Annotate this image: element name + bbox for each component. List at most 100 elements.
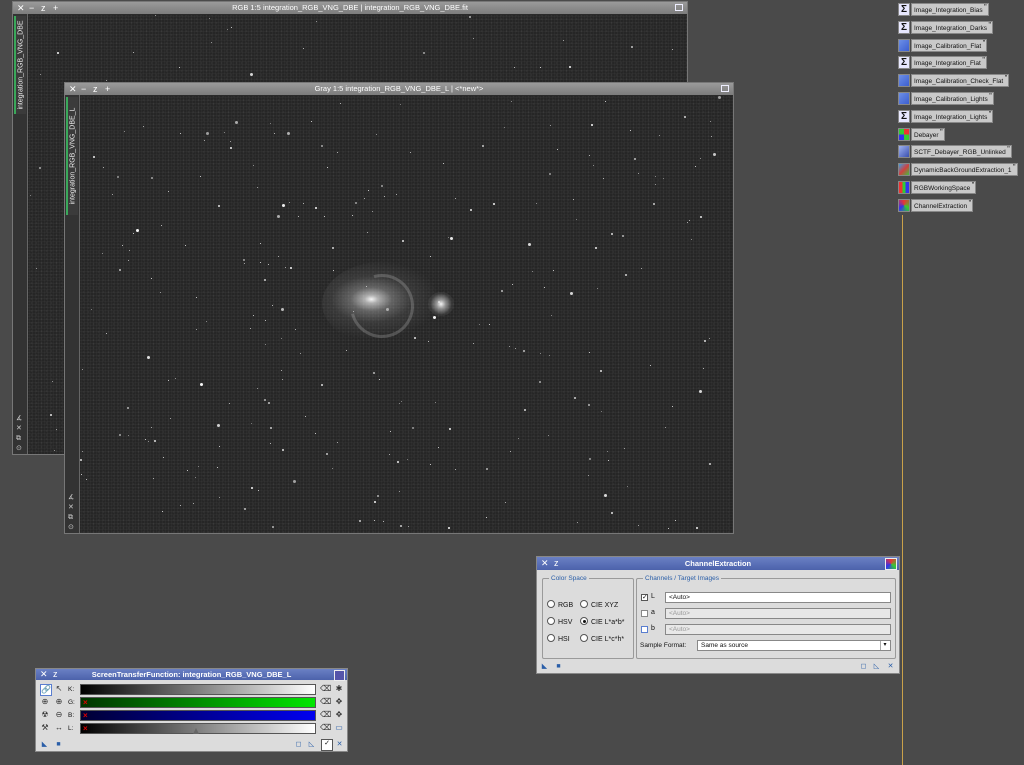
checkbox-channel-l[interactable]: ✓ bbox=[641, 594, 648, 601]
sigma-icon[interactable]: Σ bbox=[898, 109, 910, 123]
browse-docs-icon[interactable]: ◻ bbox=[860, 663, 867, 670]
radio-rgb[interactable]: RGB bbox=[547, 600, 573, 609]
close-icon[interactable]: ✕ bbox=[69, 83, 77, 95]
process-icon-label[interactable]: Image_Calibration_Check_Flat " bbox=[911, 74, 1010, 88]
dialog-titlebar[interactable]: ✕ ᴢ ChannelExtraction bbox=[537, 557, 899, 570]
edit-mode-icon[interactable]: ↖ bbox=[54, 684, 64, 694]
reset-icon[interactable]: ✕ bbox=[336, 741, 343, 748]
tab-image-view[interactable]: integration_RGB_VNG_DBE bbox=[14, 16, 26, 114]
process-icon-label[interactable]: Image_Integration_Lights " bbox=[911, 109, 994, 123]
link-icon[interactable]: ✕ bbox=[16, 424, 22, 434]
clone-icon[interactable]: ⧉ bbox=[16, 434, 22, 444]
image-window-rgb-titlebar[interactable]: ✕ − ᴢ + RGB 1:5 integration_RGB_VNG_DBE … bbox=[13, 2, 687, 14]
zoom-out-icon[interactable]: ⊖ bbox=[54, 710, 64, 720]
channel-l-target-input[interactable]: <Auto> bbox=[665, 592, 891, 603]
gear-icon[interactable]: ✱ bbox=[334, 684, 344, 694]
dialog-titlebar[interactable]: ✕ ᴢ ScreenTransferFunction: integration_… bbox=[36, 669, 347, 681]
reset-channel-icon[interactable]: ⌫ bbox=[320, 697, 331, 707]
maximize-icon[interactable] bbox=[675, 4, 683, 11]
process-icon-label[interactable]: Image_Integration_Flat " bbox=[911, 56, 987, 70]
minimize-icon[interactable]: − bbox=[29, 2, 34, 14]
channel-b-target-input[interactable]: <Auto> bbox=[665, 624, 891, 635]
clone-icon[interactable]: ⧉ bbox=[68, 513, 74, 523]
reset-channel-icon[interactable]: ⌫ bbox=[320, 723, 331, 733]
settings-icon[interactable]: ⊙ bbox=[68, 523, 74, 533]
monitor-icon[interactable]: ▭ bbox=[334, 723, 344, 733]
track-view-icon[interactable]: ◺ bbox=[308, 741, 315, 748]
process-icon-label[interactable]: Image_Calibration_Lights " bbox=[911, 92, 994, 105]
calibration-icon[interactable] bbox=[898, 74, 910, 88]
image-window-gray[interactable]: ✕ − ᴢ + Gray 1:5 integration_RGB_VNG_DBE… bbox=[64, 82, 734, 534]
add-icon[interactable]: + bbox=[105, 83, 110, 95]
checkbox-channel-a[interactable] bbox=[641, 610, 648, 617]
sigma-icon[interactable]: Σ bbox=[898, 3, 910, 16]
process-icon-label[interactable]: Image_Integration_Darks " bbox=[911, 20, 993, 34]
radio-hsv[interactable]: HSV bbox=[547, 617, 572, 626]
stf-icon[interactable] bbox=[898, 145, 910, 159]
sigma-icon[interactable]: Σ bbox=[898, 56, 910, 70]
shade-icon[interactable]: ᴢ bbox=[53, 669, 58, 680]
image-window-gray-titlebar[interactable]: ✕ − ᴢ + Gray 1:5 integration_RGB_VNG_DBE… bbox=[65, 83, 733, 95]
tab-image-view[interactable]: integration_RGB_VNG_DBE_L bbox=[66, 97, 78, 215]
stf-dialog[interactable]: ✕ ᴢ ScreenTransferFunction: integration_… bbox=[35, 668, 348, 752]
stf-slider-b[interactable]: × bbox=[80, 710, 316, 721]
new-instance-icon[interactable]: ◣ bbox=[41, 741, 48, 748]
sample-format-select[interactable]: Same as source ▾ bbox=[697, 640, 891, 651]
process-icon-label[interactable]: Debayer " bbox=[911, 127, 945, 141]
debayer-icon[interactable] bbox=[898, 127, 910, 141]
process-icon-label[interactable]: SCTF_Debayer_RGB_Unlinked " bbox=[911, 145, 1012, 159]
channel-extraction-dialog[interactable]: ✕ ᴢ ChannelExtraction Color Space RGB CI… bbox=[536, 556, 900, 674]
reset-icon[interactable]: ✕ bbox=[887, 663, 894, 670]
process-icon-label[interactable]: DynamicBackGroundExtraction_1 " bbox=[911, 163, 1018, 177]
link-icon[interactable]: ✕ bbox=[68, 503, 74, 513]
check-icon[interactable]: ✓ bbox=[321, 739, 333, 751]
crosshair-icon[interactable]: ✥ bbox=[334, 710, 344, 720]
mask-icon[interactable]: ∡ bbox=[68, 493, 74, 503]
close-icon[interactable]: ✕ bbox=[541, 557, 549, 570]
close-icon[interactable]: ✕ bbox=[17, 2, 25, 14]
reset-channel-icon[interactable]: ⌫ bbox=[320, 710, 331, 720]
zoom-in-icon[interactable]: ⊕ bbox=[40, 697, 50, 707]
browse-docs-icon[interactable]: ◻ bbox=[295, 741, 302, 748]
stf-slider-k[interactable] bbox=[80, 684, 316, 695]
minimize-icon[interactable]: − bbox=[81, 83, 86, 95]
settings-icon[interactable]: ⊙ bbox=[16, 444, 22, 454]
track-view-icon[interactable]: ◺ bbox=[873, 663, 880, 670]
radio-cie-lch[interactable]: CIE L*c*h* bbox=[580, 634, 624, 643]
radio-cie-lab[interactable]: CIE L*a*b* bbox=[580, 617, 624, 626]
reset-channel-icon[interactable]: ⌫ bbox=[320, 684, 331, 694]
channel-a-target-input[interactable]: <Auto> bbox=[665, 608, 891, 619]
shade-icon[interactable]: ᴢ bbox=[554, 557, 559, 570]
auto-stretch-icon[interactable]: ☢ bbox=[40, 710, 50, 720]
maximize-icon[interactable] bbox=[721, 85, 729, 92]
dbe-icon[interactable] bbox=[898, 163, 910, 177]
wrench-icon[interactable]: ⚒ bbox=[40, 723, 50, 733]
radio-cie-xyz[interactable]: CIE XYZ bbox=[580, 600, 618, 609]
radio-hsi[interactable]: HSI bbox=[547, 634, 570, 643]
process-icon-label[interactable]: RGBWorkingSpace " bbox=[911, 181, 977, 194]
midtones-handle[interactable] bbox=[193, 728, 199, 734]
channel-extraction-icon[interactable] bbox=[898, 198, 910, 212]
process-icon-label[interactable]: Image_Calibration_Flat " bbox=[911, 38, 988, 52]
checkbox-channel-b[interactable] bbox=[641, 626, 648, 633]
zoom-in-icon[interactable]: ⊕ bbox=[54, 697, 64, 707]
apply-global-icon[interactable]: ■ bbox=[555, 663, 562, 670]
crosshair-icon[interactable]: ✥ bbox=[334, 697, 344, 707]
process-icon-label[interactable]: ChannelExtraction " bbox=[911, 198, 974, 212]
shade-icon[interactable]: ᴢ bbox=[93, 83, 98, 95]
rgb-icon[interactable] bbox=[898, 181, 910, 194]
apply-global-icon[interactable]: ■ bbox=[55, 741, 62, 748]
image-canvas[interactable] bbox=[80, 96, 733, 533]
sigma-icon[interactable]: Σ bbox=[898, 20, 910, 34]
add-icon[interactable]: + bbox=[53, 2, 58, 14]
calibration-icon[interactable] bbox=[898, 92, 910, 105]
pan-icon[interactable]: ↔ bbox=[54, 723, 64, 733]
stf-slider-l[interactable]: × bbox=[80, 723, 316, 734]
calibration-icon[interactable] bbox=[898, 38, 910, 52]
new-instance-icon[interactable]: ◣ bbox=[541, 663, 548, 670]
mask-icon[interactable]: ∡ bbox=[16, 414, 22, 424]
close-icon[interactable]: ✕ bbox=[40, 669, 48, 680]
shade-icon[interactable]: ᴢ bbox=[41, 2, 46, 14]
process-icon-label[interactable]: Image_Integration_Bias " bbox=[911, 3, 989, 16]
stf-slider-g[interactable]: × bbox=[80, 697, 316, 708]
